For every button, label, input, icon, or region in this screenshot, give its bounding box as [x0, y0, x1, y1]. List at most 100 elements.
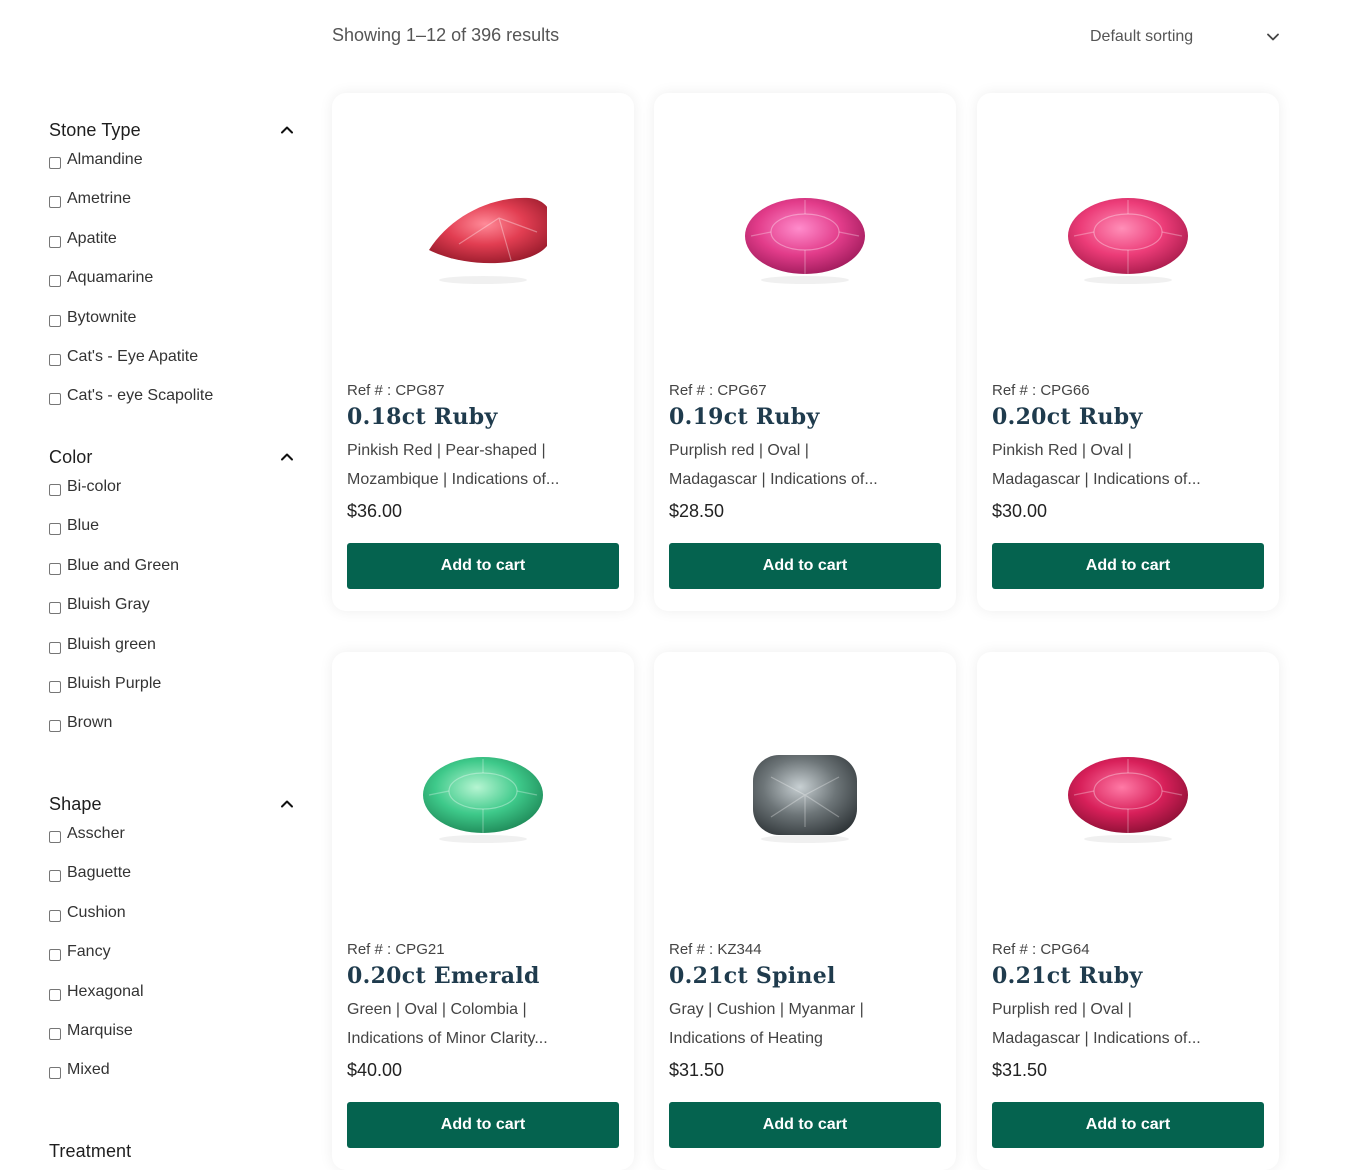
product-description: Gray | Cushion | Myanmar | Indications of… [669, 995, 919, 1053]
filter-checkbox[interactable] [49, 602, 61, 615]
filter-option-label: Bi-color [67, 478, 122, 495]
filter-option[interactable]: Hexagonal [49, 983, 294, 1023]
filter-option-label: Cat's - eye Scapolite [67, 387, 214, 405]
product-description-line: Mozambique | Indications of... [347, 471, 560, 488]
filter-checkbox[interactable] [49, 275, 61, 288]
filter-option-label: Cushion [67, 903, 126, 921]
product-description: Green | Oval | Colombia | Indications of … [347, 995, 597, 1053]
filter-checkbox[interactable] [49, 353, 61, 366]
add-to-cart-button[interactable]: Add to cart [669, 1102, 941, 1148]
filter-header-stone-type[interactable]: Stone Type [49, 117, 294, 143]
filter-option[interactable]: Brown [49, 714, 294, 754]
filter-option[interactable]: Aquamarine [49, 269, 294, 309]
add-to-cart-button[interactable]: Add to cart [992, 543, 1264, 589]
add-to-cart-button[interactable]: Add to cart [347, 543, 619, 589]
product-description-line: Pinkish Red | Oval | [992, 442, 1132, 459]
filter-option[interactable]: Cat's - Eye Apatite [49, 348, 294, 388]
filter-option-label: Fancy [67, 943, 111, 961]
filter-option[interactable]: Asscher [49, 825, 294, 865]
filter-option[interactable]: Apatite [49, 230, 294, 270]
filter-option-label: Almandine [67, 151, 143, 168]
filter-options-stone-type: Almandine Ametrine Apatite Aquamarine Bytown… [49, 151, 294, 428]
filter-options-color: Bi-color Blue Blue and Green Bluish Gray Blu… [49, 478, 294, 755]
filter-checkbox[interactable] [49, 680, 61, 693]
filter-checkbox[interactable] [49, 870, 61, 883]
filter-option[interactable]: Marquise [49, 1021, 294, 1062]
filter-checkbox[interactable] [49, 988, 61, 1001]
filter-option-label: Marquise [67, 1021, 133, 1039]
filter-option[interactable]: Fancy [49, 943, 294, 983]
add-to-cart-button[interactable]: Add to cart [669, 543, 941, 589]
filter-option[interactable]: Mixed [49, 1061, 294, 1101]
chevron-down-icon [1267, 33, 1279, 41]
filter-checkbox[interactable] [49, 562, 61, 575]
filter-checkbox[interactable] [49, 831, 61, 843]
filter-option[interactable]: Bluish Purple [49, 674, 294, 715]
filter-option[interactable]: Blue and Green [49, 556, 294, 597]
filter-checkbox[interactable] [49, 720, 61, 733]
chevron-up-icon[interactable] [280, 123, 294, 137]
filter-checkbox[interactable] [49, 1027, 61, 1040]
product-name[interactable]: 0.20ct Emerald [347, 963, 540, 989]
filter-option[interactable]: Blue [49, 517, 294, 557]
product-image[interactable] [654, 93, 956, 383]
filter-option-label: Asscher [67, 825, 125, 842]
filter-checkbox[interactable] [49, 235, 61, 248]
product-description-line: Madagascar | Indications of... [669, 471, 878, 488]
product-name[interactable]: 0.21ct Spinel [669, 963, 836, 989]
product-name[interactable]: 0.18ct Ruby [347, 404, 498, 430]
filter-checkbox[interactable] [49, 909, 61, 922]
product-description: Purplish red | Oval | Madagascar | Indica… [669, 436, 919, 494]
product-image[interactable] [332, 652, 634, 942]
filter-option[interactable]: Bytownite [49, 309, 294, 349]
filter-header-shape[interactable]: Shape [49, 791, 294, 817]
product-name[interactable]: 0.21ct Ruby [992, 963, 1143, 989]
add-to-cart-button[interactable]: Add to cart [347, 1102, 619, 1148]
filter-checkbox[interactable] [49, 484, 61, 496]
filter-header-treatment[interactable]: Treatment [49, 1138, 294, 1164]
chevron-up-icon[interactable] [280, 797, 294, 811]
product-name[interactable]: 0.19ct Ruby [669, 404, 820, 430]
filter-option[interactable]: Bi-color [49, 478, 294, 518]
filter-option-label: Brown [67, 714, 113, 732]
filter-option[interactable]: Almandine [49, 151, 294, 191]
filter-checkbox[interactable] [49, 314, 61, 327]
product-image[interactable] [977, 93, 1279, 383]
product-name[interactable]: 0.20ct Ruby [992, 404, 1143, 430]
filter-options-shape: Asscher Baguette Cushion Fancy Hexagonal Marq… [49, 825, 294, 1102]
filter-option-label: Blue and Green [67, 556, 180, 574]
filter-checkbox[interactable] [49, 1067, 61, 1080]
filter-option[interactable]: Ametrine [49, 190, 294, 230]
filter-option-label: Mixed [67, 1061, 110, 1079]
filter-option[interactable]: Baguette [49, 864, 294, 904]
filter-option[interactable]: Cat's - eye Scapolite [49, 387, 294, 427]
filter-option-label: Baguette [67, 864, 132, 882]
filter-header-color[interactable]: Color [49, 444, 294, 470]
product-description-line: Pinkish Red | Pear-shaped | [347, 442, 546, 459]
product-description: Pinkish Red | Oval | Madagascar | Indicat… [992, 436, 1242, 494]
result-count: Showing 1–12 of 396 results [332, 25, 560, 45]
sort-dropdown[interactable]: Default sorting [1090, 24, 1280, 50]
product-description-line: Green | Oval | Colombia | [347, 1001, 527, 1018]
filter-checkbox[interactable] [49, 641, 61, 654]
product-description-line: Purplish red | Oval | [992, 1001, 1132, 1018]
filter-option[interactable]: Bluish Gray [49, 596, 294, 636]
filter-checkbox[interactable] [49, 949, 61, 962]
add-to-cart-button[interactable]: Add to cart [992, 1102, 1264, 1148]
product-price: $40.00 [347, 1060, 403, 1080]
filter-option-label: Blue [67, 517, 100, 535]
filter-option-label: Bluish Purple [67, 674, 162, 692]
product-description-line: Madagascar | Indications of... [992, 471, 1201, 488]
filter-option[interactable]: Cushion [49, 903, 294, 944]
filter-group-color: Color Bi-color Blue Blue and Green Bluish G… [49, 444, 294, 755]
product-image[interactable] [332, 93, 634, 383]
filter-checkbox[interactable] [49, 523, 61, 536]
filter-checkbox[interactable] [49, 196, 61, 209]
product-image[interactable] [654, 652, 956, 942]
filter-option[interactable]: Bluish green [49, 636, 294, 676]
filter-checkbox[interactable] [49, 393, 61, 406]
product-image[interactable] [977, 652, 1279, 942]
filter-checkbox[interactable] [49, 157, 61, 169]
product-ref: Ref # : CPG21 [347, 941, 445, 958]
chevron-up-icon[interactable] [280, 450, 294, 464]
